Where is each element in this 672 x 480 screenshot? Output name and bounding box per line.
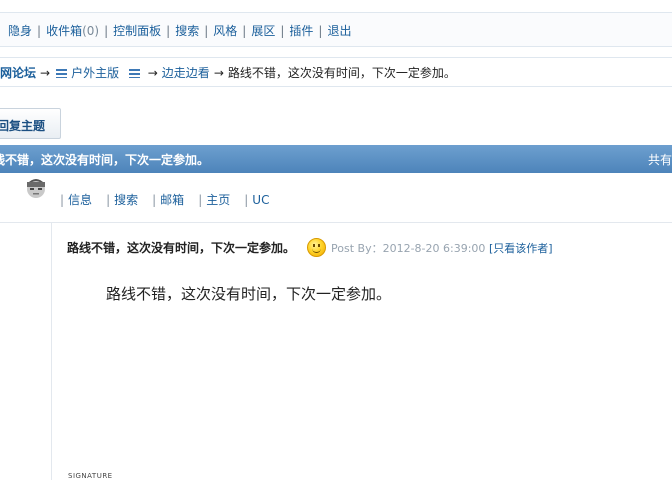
separator: |: [280, 24, 285, 38]
toolbar-item-plugins[interactable]: 插件: [289, 24, 313, 38]
post-datetime: 2012-8-20 6:39:00: [382, 242, 486, 255]
post-divider: [0, 222, 672, 223]
separator: |: [198, 193, 203, 207]
reply-topic-label: 回复主题: [0, 119, 46, 133]
post-meta: Post By：2012-8-20 6:39:00 [只看该作者]: [331, 242, 553, 255]
toolbar-links: 隐身 | 收件箱(0) | 控制面板 | 搜索 | 风格 | 展区 | 插件 | 退出: [8, 22, 351, 39]
inbox-count: (0): [82, 24, 100, 38]
breadcrumb-subboard[interactable]: 边走边看: [162, 66, 210, 80]
post-user-links: | 信息 | 搜索 | 邮箱 | 主页 | UC: [60, 191, 283, 208]
thread-stats-label: 共有: [647, 153, 672, 167]
avatar[interactable]: [24, 176, 48, 200]
breadcrumb: 户外网论坛→户外主版 →边走边看→路线不错，这次没有时间，下次一定参加。: [0, 57, 672, 87]
signature-label: SIGNATURE: [68, 472, 113, 480]
user-link-mail[interactable]: 邮箱: [160, 193, 184, 207]
thread-title: 路线不错，这次没有时间，下次一定参加。: [0, 153, 210, 167]
toolbar-item-control-panel[interactable]: 控制面板: [113, 24, 161, 38]
breadcrumb-arrow: →: [213, 66, 224, 80]
list-icon: [128, 69, 140, 78]
separator: |: [244, 193, 249, 207]
post-body: 路线不错，这次没有时间，下次一定参加。: [106, 285, 392, 303]
user-link-info[interactable]: 信息: [68, 193, 92, 207]
reply-topic-button[interactable]: 回复主题: [0, 108, 61, 139]
user-link-uc[interactable]: UC: [252, 193, 269, 207]
separator: |: [166, 24, 171, 38]
post-column-divider: [51, 223, 52, 480]
top-toolbar: 隐身 | 收件箱(0) | 控制面板 | 搜索 | 风格 | 展区 | 插件 | 退出: [0, 12, 672, 47]
toolbar-item-inbox[interactable]: 收件箱(0): [46, 24, 99, 38]
breadcrumb-arrow: →: [147, 66, 158, 80]
list-icon: [56, 69, 68, 78]
breadcrumb-board[interactable]: 户外主版: [71, 66, 119, 80]
smiley-icon: [307, 238, 327, 257]
breadcrumb-home[interactable]: 户外网论坛: [0, 66, 36, 80]
post-title: 路线不错，这次没有时间，下次一定参加。: [67, 241, 296, 255]
avatar-face-icon: [27, 179, 45, 198]
post-by-label: Post By：: [331, 242, 383, 255]
breadcrumb-arrow: →: [40, 66, 51, 80]
user-link-search[interactable]: 搜索: [114, 193, 138, 207]
separator: |: [204, 24, 209, 38]
toolbar-item-style[interactable]: 风格: [213, 24, 237, 38]
separator: |: [152, 193, 157, 207]
only-author-link[interactable]: [只看该作者]: [489, 242, 553, 255]
breadcrumb-current: 路线不错，这次没有时间，下次一定参加。: [227, 66, 456, 80]
separator: |: [60, 193, 65, 207]
toolbar-item-logout[interactable]: 退出: [327, 24, 351, 38]
separator: |: [37, 24, 42, 38]
user-link-homepage[interactable]: 主页: [206, 193, 230, 207]
separator: |: [318, 24, 323, 38]
separator: |: [242, 24, 247, 38]
toolbar-item-search[interactable]: 搜索: [175, 24, 199, 38]
toolbar-item-exhibit[interactable]: 展区: [251, 24, 275, 38]
separator: |: [106, 193, 111, 207]
separator: |: [104, 24, 109, 38]
inbox-label: 收件箱: [46, 24, 83, 38]
post-header: 路线不错，这次没有时间，下次一定参加。 Post By：2012-8-20 6:3…: [67, 238, 553, 257]
toolbar-item-invisible[interactable]: 隐身: [8, 24, 32, 38]
thread-title-bar: 路线不错，这次没有时间，下次一定参加。 共有: [0, 145, 672, 173]
